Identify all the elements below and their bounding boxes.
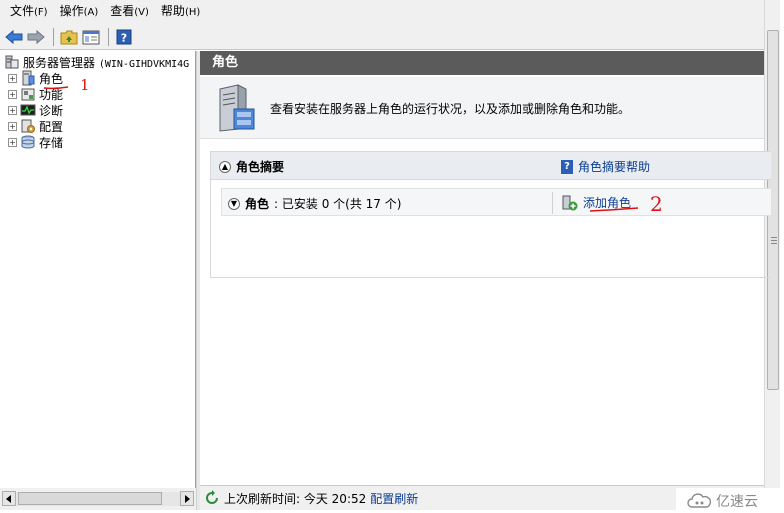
up-folder-icon bbox=[60, 30, 78, 44]
intro-description: 查看安装在服务器上角色的运行状况，以及添加或删除角色和功能。 bbox=[270, 102, 631, 116]
help-icon: ? bbox=[561, 159, 573, 174]
menu-file-label: 文件 bbox=[10, 4, 35, 18]
diagnostics-icon bbox=[20, 104, 36, 116]
up-folder-button[interactable] bbox=[59, 27, 79, 47]
configuration-icon bbox=[21, 119, 35, 133]
intro-panel: 查看安装在服务器上角色的运行状况，以及添加或删除角色和功能。 bbox=[200, 77, 764, 139]
menu-view[interactable]: 查看(V) bbox=[104, 0, 155, 25]
menu-file[interactable]: 文件(F) bbox=[4, 0, 54, 25]
annotation-underline bbox=[43, 86, 69, 90]
menu-help[interactable]: 帮助(H) bbox=[155, 0, 206, 25]
expand-toggle[interactable]: + bbox=[8, 73, 17, 83]
toolbar: ? bbox=[0, 24, 764, 50]
expand-toggle[interactable]: + bbox=[8, 89, 17, 99]
roles-summary-toggle[interactable]: ▲ 角色摘要 bbox=[219, 158, 284, 175]
annotation-marker-1: 1 bbox=[43, 76, 90, 93]
tree-item-configuration-label: 配置 bbox=[39, 119, 64, 134]
tree-item-diagnostics-label: 诊断 bbox=[39, 103, 64, 118]
server-roles-icon bbox=[219, 84, 255, 132]
roles-summary-header: ▲ 角色摘要 ? 角色摘要帮助 bbox=[211, 152, 771, 180]
annotation-number-2: 2 bbox=[650, 192, 663, 216]
expand-toggle[interactable]: + bbox=[8, 121, 17, 131]
roles-summary-title: 角色摘要 bbox=[236, 160, 285, 174]
menu-action-label: 操作 bbox=[59, 4, 84, 18]
roles-installed-count: : 已安装 0 个(共 17 个) bbox=[274, 197, 402, 211]
menu-bar: 文件(F) 操作(A) 查看(V) 帮助(H) bbox=[0, 0, 764, 24]
roles-subsection: ▼ 角色: 已安装 0 个(共 17 个) 添加角色 2 bbox=[221, 188, 771, 216]
roles-icon bbox=[22, 70, 35, 86]
tree-root-machine: (WIN-GIHDVKMI4G bbox=[98, 58, 190, 70]
tree-root-server-manager[interactable]: 服务器管理器 (WIN-GIHDVKMI4G bbox=[0, 54, 189, 70]
menu-view-key: (V) bbox=[134, 7, 149, 18]
menu-help-key: (H) bbox=[184, 7, 201, 18]
toolbar-separator bbox=[108, 27, 109, 46]
collapse-icon: ▼ bbox=[228, 197, 240, 210]
help-button[interactable]: ? bbox=[114, 27, 134, 47]
cloud-logo-icon bbox=[687, 492, 712, 508]
scroll-right-button[interactable] bbox=[180, 491, 194, 506]
watermark-text: 亿速云 bbox=[716, 493, 758, 510]
roles-summary-section: ▲ 角色摘要 ? 角色摘要帮助 ▼ 角色: 已安装 0 个(共 17 个) 添加… bbox=[210, 151, 771, 278]
menu-action[interactable]: 操作(A) bbox=[54, 0, 105, 25]
details-pane: 角色 查看安装在服务器上角色的运行状况，以及添加或删除角色和功能。 ▲ 角色摘要… bbox=[200, 51, 771, 485]
back-arrow-icon bbox=[5, 29, 23, 44]
menu-file-key: (F) bbox=[34, 7, 48, 18]
show-hide-tree-button[interactable] bbox=[81, 27, 101, 47]
expand-toggle[interactable]: + bbox=[8, 105, 17, 115]
triangle-left-icon bbox=[6, 494, 11, 503]
console-tree: 服务器管理器 (WIN-GIHDVKMI4G + 角色 + 功能 + 诊断 + … bbox=[0, 51, 196, 488]
help-icon: ? bbox=[116, 29, 132, 44]
roles-summary-help-label: 角色摘要帮助 bbox=[578, 160, 651, 174]
server-manager-icon bbox=[5, 55, 19, 69]
forward-button[interactable] bbox=[26, 27, 46, 47]
storage-icon bbox=[21, 135, 35, 149]
menu-help-label: 帮助 bbox=[160, 4, 185, 18]
tree-item-storage-label: 存储 bbox=[39, 135, 64, 150]
annotation-marker-2: 2 bbox=[589, 192, 663, 216]
watermark: 亿速云 bbox=[676, 488, 780, 513]
divider bbox=[552, 192, 553, 214]
triangle-right-icon bbox=[185, 494, 190, 503]
add-roles-icon bbox=[562, 195, 578, 210]
scrollbar-grip bbox=[771, 237, 777, 244]
console-tree-icon bbox=[82, 30, 100, 44]
menu-action-key: (A) bbox=[83, 7, 99, 18]
features-icon bbox=[21, 88, 35, 101]
tree-root-title: 服务器管理器 bbox=[23, 55, 96, 70]
refresh-icon bbox=[206, 490, 218, 504]
svg-text:?: ? bbox=[121, 31, 127, 44]
expand-toggle[interactable]: + bbox=[8, 137, 17, 147]
tree-root-label: 服务器管理器 (WIN-GIHDVKMI4G bbox=[23, 54, 189, 71]
roles-summary-help-link[interactable]: ? 角色摘要帮助 bbox=[561, 158, 650, 175]
tree-horizontal-scrollbar[interactable] bbox=[0, 488, 196, 510]
configure-refresh-link[interactable]: 配置刷新 bbox=[370, 490, 418, 507]
scrollbar-thumb[interactable] bbox=[18, 492, 162, 505]
roles-count-toggle[interactable]: ▼ 角色 : 已安装 0 个(共 17 个) bbox=[228, 195, 401, 212]
tree-item-configuration[interactable]: + 配置 bbox=[0, 118, 63, 134]
forward-arrow-icon bbox=[27, 29, 45, 44]
page-title: 角色 bbox=[200, 51, 764, 75]
last-refresh-text: 上次刷新时间: 今天 20:52 bbox=[224, 491, 367, 506]
annotation-underline bbox=[589, 207, 639, 212]
tree-item-diagnostics[interactable]: + 诊断 bbox=[0, 102, 63, 118]
annotation-number-1: 1 bbox=[80, 76, 90, 93]
menu-view-label: 查看 bbox=[110, 4, 135, 18]
scroll-left-button[interactable] bbox=[2, 491, 16, 506]
back-button[interactable] bbox=[4, 27, 24, 47]
toolbar-separator bbox=[53, 27, 54, 46]
tree-item-storage[interactable]: + 存储 bbox=[0, 134, 63, 150]
collapse-icon: ▲ bbox=[219, 160, 231, 173]
roles-label: 角色 bbox=[245, 197, 270, 211]
